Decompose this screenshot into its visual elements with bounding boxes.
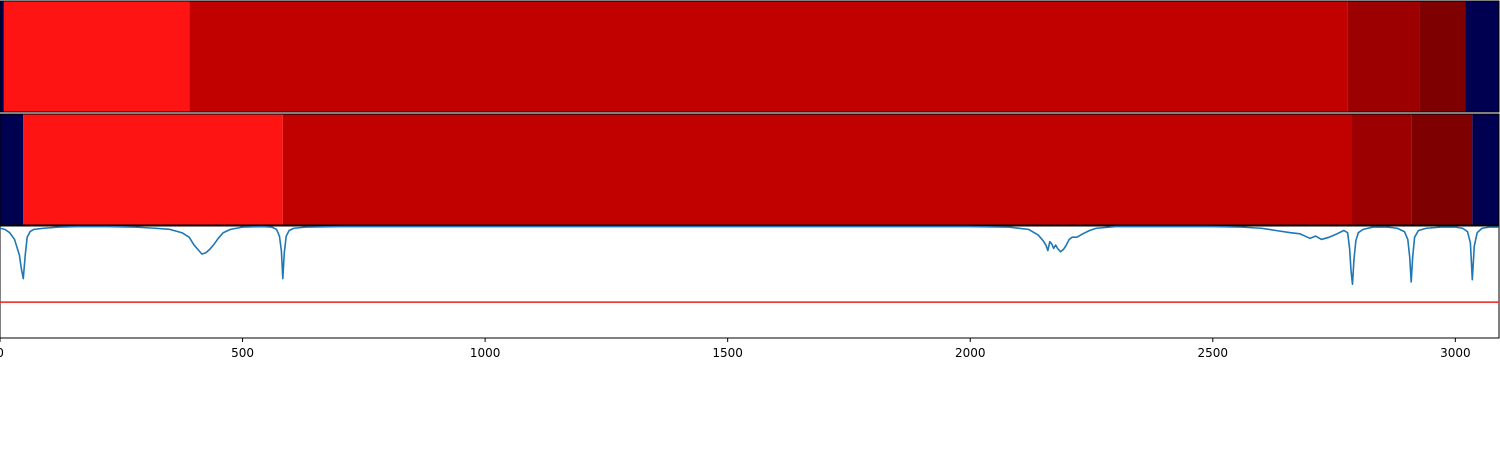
heatmap-panel-2 — [0, 113, 1500, 226]
x-tick-label-1000: 1000 — [470, 346, 501, 360]
heatmap-2-segment-3 — [1352, 114, 1412, 225]
heatmap-1-segment-2 — [189, 1, 1348, 112]
heatmap-1-segment-4 — [1419, 1, 1466, 112]
heatmap-1-segment-3 — [1347, 1, 1420, 112]
x-tick-label-3000: 3000 — [1440, 346, 1471, 360]
heatmap-1-segment-1 — [3, 1, 190, 112]
heatmap-2-segment-2 — [282, 114, 1353, 225]
heatmap-panel-1 — [0, 0, 1500, 113]
heatmap-2-segment-1 — [23, 114, 283, 225]
heatmap-2-segment-4 — [1411, 114, 1473, 225]
heatmap-1-segment-0 — [0, 1, 4, 112]
heatmap-2-segment-0 — [0, 114, 24, 225]
heatmap-2-segment-5 — [1472, 114, 1499, 225]
x-tick-label-1500: 1500 — [712, 346, 743, 360]
chart-figure: 0 500 1000 1500 2000 2500 3000 — [0, 0, 1500, 450]
x-tick-label-2500: 2500 — [1198, 346, 1229, 360]
x-tick-label-0: 0 — [0, 346, 4, 360]
heatmap-1-segment-5 — [1465, 1, 1499, 112]
x-tick-label-500: 500 — [231, 346, 254, 360]
x-tick-label-2000: 2000 — [955, 346, 986, 360]
